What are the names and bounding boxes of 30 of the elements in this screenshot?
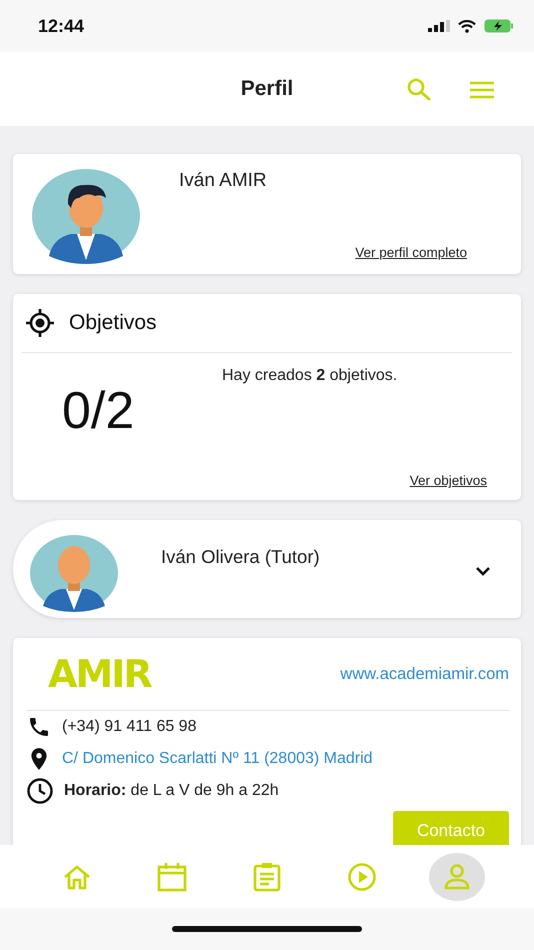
opening-hours: Horario: de L a V de 9h a 22h <box>64 782 279 800</box>
search-icon[interactable] <box>406 77 432 103</box>
status-time: 12:44 <box>38 16 84 36</box>
view-profile-link[interactable]: Ver perfil completo <box>355 245 467 260</box>
objectives-summary: Hay creados 2 objetivos. <box>222 367 398 385</box>
view-objectives-link[interactable]: Ver objetivos <box>410 473 487 488</box>
wifi-icon <box>458 20 476 32</box>
tutor-card[interactable]: Iván Olivera (Tutor) <box>13 520 521 618</box>
battery-icon <box>484 19 514 33</box>
tutor-name: Iván Olivera (Tutor) <box>161 546 321 568</box>
avatar-icon <box>31 168 141 264</box>
home-icon <box>62 864 92 890</box>
avatar-icon <box>29 534 119 612</box>
phone-number: (+34) 91 411 65 98 <box>62 718 196 736</box>
menu-icon[interactable] <box>469 81 495 99</box>
address-link[interactable]: C/ Domenico Scarlatti Nº 11 (28003) Madrid <box>62 750 373 768</box>
signal-icon <box>428 20 450 32</box>
clipboard-icon <box>252 862 281 892</box>
profile-name: Iván AMIR <box>179 170 268 192</box>
play-icon <box>346 862 377 892</box>
page-title: Perfil <box>240 77 294 101</box>
objectives-count: 0/2 <box>61 381 136 442</box>
calendar-icon <box>157 862 188 892</box>
clock-icon <box>26 777 54 805</box>
website-link[interactable]: www.academiamir.com <box>340 664 509 684</box>
academy-logo: AMIR <box>48 652 151 696</box>
target-icon <box>25 308 55 338</box>
chevron-icon[interactable] <box>475 566 491 576</box>
objectives-title: Objetivos <box>69 311 157 335</box>
person-icon <box>442 864 471 890</box>
